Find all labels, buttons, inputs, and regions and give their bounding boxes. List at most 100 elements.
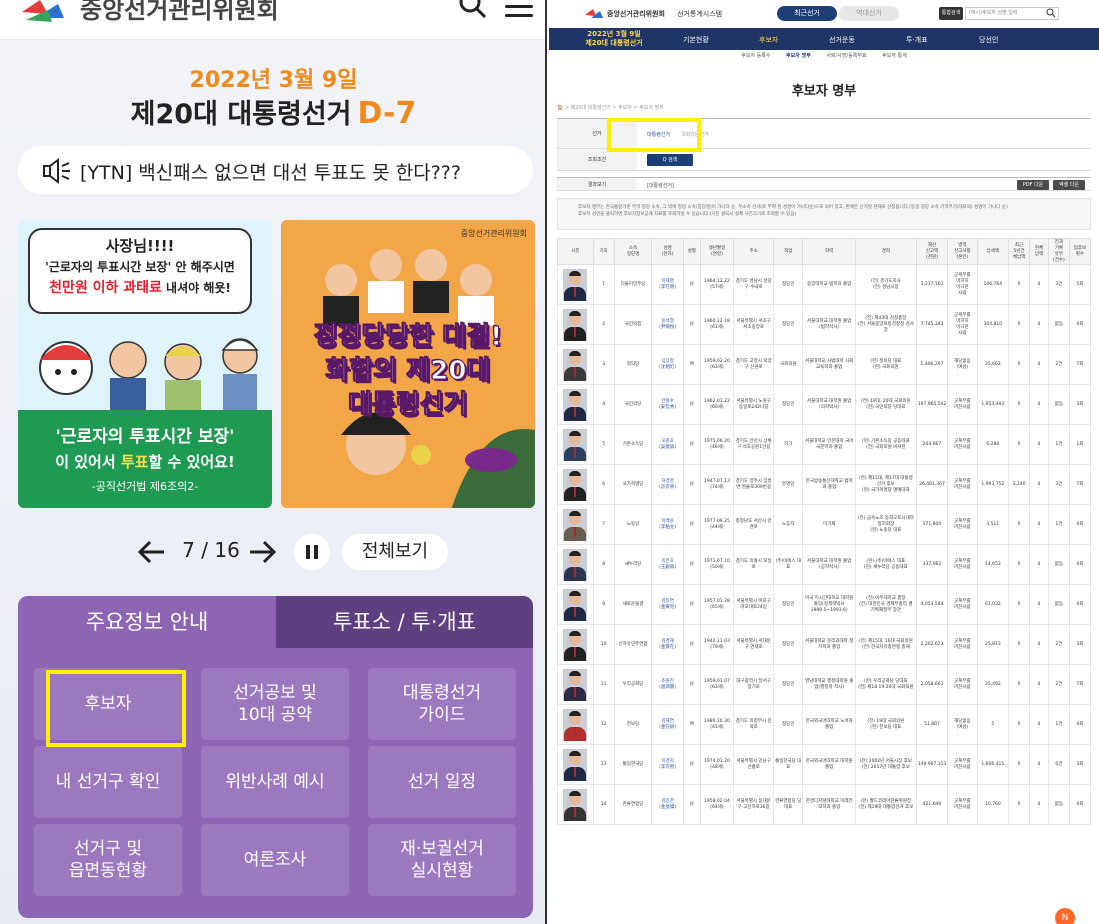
search-button[interactable]: Q 검색 bbox=[647, 154, 693, 166]
district-status-button[interactable]: 선거구 및 읍면동현황 bbox=[34, 824, 182, 896]
nav-elected[interactable]: 당선인 bbox=[979, 35, 998, 45]
table-cell: 61,032 bbox=[976, 584, 1010, 625]
nav-basic-status[interactable]: 기본현황 bbox=[683, 35, 709, 45]
candidate-photo-cell[interactable] bbox=[557, 784, 594, 825]
candidate-photo[interactable] bbox=[563, 308, 588, 341]
candidate-name-link[interactable]: 심상정 (沈相奵) bbox=[651, 344, 684, 385]
arrow-left-icon[interactable] bbox=[136, 538, 168, 566]
candidate-photo-cell[interactable] bbox=[557, 504, 594, 545]
table-cell: 0 bbox=[1029, 504, 1049, 545]
candidate-name-link[interactable]: 오준호 (吳俊鎬) bbox=[651, 424, 684, 465]
hamburger-menu-icon[interactable] bbox=[505, 0, 533, 18]
nav-voting-counting[interactable]: 투·개표 bbox=[906, 35, 928, 45]
banner-fair-election[interactable]: 중앙선거관리위원회 정정당당한 대결! 화합의 제20대 대통령선거 bbox=[281, 220, 535, 508]
banner-voting-time[interactable]: 사장님!!!! '근로자의 투표시간 보장' 안 해주시면 천만원 이하 과태료… bbox=[18, 220, 272, 508]
table-cell: 1964.12.22 (57세) bbox=[699, 264, 735, 305]
candidate-name-link[interactable]: 이경희 (李京熙) bbox=[651, 744, 684, 785]
candidate-name-link[interactable]: 김동연 (金東兗) bbox=[651, 584, 684, 625]
search-icon[interactable] bbox=[458, 0, 488, 20]
pdf-download-button[interactable]: PDF 다운 bbox=[1017, 180, 1049, 190]
candidate-photo[interactable] bbox=[563, 388, 588, 421]
candidate-photo[interactable] bbox=[563, 468, 588, 501]
candidate-name-link[interactable]: 이백윤 (李柏允) bbox=[651, 504, 684, 545]
table-cell: 남 bbox=[682, 424, 701, 465]
candidate-photo-cell[interactable] bbox=[557, 304, 594, 345]
nav-campaign[interactable]: 선거운동 bbox=[829, 35, 855, 45]
by-election-button[interactable]: 재·보궐선거 실시현황 bbox=[368, 824, 516, 896]
table-cell: 대구광역시 달서구 장기로 bbox=[733, 664, 775, 705]
recent-election-tab[interactable]: 최근선거 bbox=[777, 6, 837, 21]
candidate-photo-cell[interactable] bbox=[557, 344, 594, 385]
pledge-button[interactable]: 선거공보 및 10대 공약 bbox=[201, 668, 349, 740]
candidate-name-link[interactable]: 안철수 (安哲秀) bbox=[651, 384, 684, 425]
green-caption: '근로자의 투표시간 보장' 이 있어서 투표할 수 있어요! -공직선거법 제… bbox=[18, 410, 272, 508]
table-cell: 노동자 bbox=[773, 504, 804, 545]
table-cell: 1 bbox=[592, 264, 615, 305]
integrated-search-label[interactable]: 통합검색 bbox=[939, 7, 963, 20]
candidate-photo[interactable] bbox=[563, 428, 588, 461]
table-cell: 경기도 안산시 상록구 석호공원1안길 bbox=[733, 424, 775, 465]
my-district-button[interactable]: 내 선거구 확인 bbox=[34, 746, 182, 818]
election-option-assembly[interactable]: 국회의원선거 bbox=[681, 131, 709, 138]
candidate-name-link[interactable]: 김경재 (金景在) bbox=[651, 624, 684, 665]
subnav-list[interactable]: 후보자 명부 bbox=[786, 53, 811, 59]
search-icon[interactable] bbox=[1046, 8, 1056, 18]
guide-button[interactable]: 대통령선거 가이드 bbox=[368, 668, 516, 740]
news-ticker[interactable]: [YTN] 백신패스 없으면 대선 투표도 못 한다??? bbox=[18, 146, 533, 194]
condition-row: 조회조건 Q 검색 bbox=[557, 149, 1091, 171]
candidate-button[interactable]: 후보자 bbox=[34, 668, 182, 740]
election-option-president[interactable]: 대통령선거 bbox=[647, 131, 670, 138]
candidate-photo[interactable] bbox=[563, 748, 588, 781]
table-cell: 군복무를 마친사람 bbox=[947, 784, 978, 825]
table-cell: 0 bbox=[1008, 264, 1031, 305]
nav-candidates[interactable]: 후보자 bbox=[759, 35, 778, 45]
candidate-photo[interactable] bbox=[563, 508, 588, 541]
caption-law: -공직선거법 제6조의2- bbox=[91, 480, 199, 493]
candidate-photo-cell[interactable] bbox=[557, 664, 594, 705]
tab-polling[interactable]: 투표소 / 투·개표 bbox=[276, 596, 533, 648]
candidate-photo-cell[interactable] bbox=[557, 544, 594, 585]
candidate-photo[interactable] bbox=[563, 668, 588, 701]
candidate-name-link[interactable]: 윤석열 (尹錫悅) bbox=[651, 304, 684, 345]
candidate-name-link[interactable]: 이재명 (李在明) bbox=[651, 264, 684, 305]
poll-button[interactable]: 여론조사 bbox=[201, 824, 349, 896]
candidate-photo-cell[interactable] bbox=[557, 584, 594, 625]
subnav-stats[interactable]: 후보자 통계 bbox=[882, 53, 907, 59]
candidate-photo[interactable] bbox=[563, 588, 588, 621]
subnav-withdrawn[interactable]: 사퇴/사망/등록무효 bbox=[826, 53, 866, 59]
candidate-photo-cell[interactable] bbox=[557, 384, 594, 425]
candidate-photo-cell[interactable] bbox=[557, 744, 594, 785]
candidate-photo-cell[interactable] bbox=[557, 264, 594, 305]
candidate-photo[interactable] bbox=[563, 268, 588, 301]
caption-line2: 이 있어서 투표할 수 있어요! bbox=[18, 451, 272, 472]
nec-logo-icon bbox=[22, 0, 64, 22]
excel-download-button[interactable]: 엑셀 다운 bbox=[1053, 180, 1085, 190]
candidate-photo[interactable] bbox=[563, 628, 588, 661]
candidate-photo[interactable] bbox=[563, 788, 588, 821]
past-election-tab[interactable]: 역대선거 bbox=[839, 6, 899, 21]
candidate-name-link[interactable]: 조원진 (趙源震) bbox=[651, 664, 684, 705]
table-cell: 서울특별시 서초구 서초중앙로 bbox=[733, 304, 775, 345]
candidate-name-link[interactable]: 허경영 (許京寧) bbox=[651, 464, 684, 505]
subnav-count[interactable]: 후보자 등록수 bbox=[741, 53, 770, 59]
schedule-button[interactable]: 선거 일정 bbox=[368, 746, 516, 818]
candidate-photo[interactable] bbox=[563, 548, 588, 581]
candidate-name-link[interactable]: 옥은호 (玉銀鎬) bbox=[651, 544, 684, 585]
candidate-name-link[interactable]: 김재연 (金在姸) bbox=[651, 704, 684, 745]
candidate-photo[interactable] bbox=[563, 348, 588, 381]
candidate-photo-cell[interactable] bbox=[557, 704, 594, 745]
view-all-button[interactable]: 전체보기 bbox=[342, 534, 448, 570]
arrow-right-icon[interactable] bbox=[246, 538, 278, 566]
candidate-name-link[interactable]: 김민찬 (金旻燦) bbox=[651, 784, 684, 825]
table-cell: 1957.01.28 (65세) bbox=[699, 584, 735, 625]
candidate-photo-cell[interactable] bbox=[557, 624, 594, 665]
notification-badge[interactable]: N bbox=[1055, 908, 1075, 924]
table-cell: (현) 기본소득당 공동대표 (전) 국회의원 비서관 bbox=[854, 424, 917, 465]
tab-main-info[interactable]: 주요정보 안내 bbox=[18, 596, 276, 648]
desktop-search-input[interactable]: (예시)후보자 성명 입력 bbox=[965, 7, 1059, 20]
candidate-photo[interactable] bbox=[563, 708, 588, 741]
pause-button[interactable] bbox=[294, 534, 330, 570]
candidate-photo-cell[interactable] bbox=[557, 464, 594, 505]
candidate-photo-cell[interactable] bbox=[557, 424, 594, 465]
violation-button[interactable]: 위반사례 예시 bbox=[201, 746, 349, 818]
